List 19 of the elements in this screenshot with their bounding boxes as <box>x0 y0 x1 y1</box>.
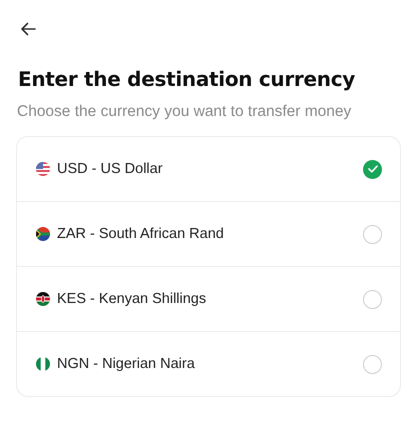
radio-button[interactable] <box>363 224 382 244</box>
flag-icon <box>36 162 50 176</box>
currency-label: NGN - Nigerian Naira <box>57 356 196 372</box>
page-subtitle: Choose the currency you want to transfer money <box>17 103 352 121</box>
currency-option[interactable]: KES - Kenyan Shillings <box>17 266 400 331</box>
radio-button[interactable] <box>363 290 382 308</box>
currency-label: ZAR - South African Rand <box>57 226 225 242</box>
radio-button[interactable] <box>363 354 382 374</box>
currency-label: USD - US Dollar <box>57 161 164 177</box>
page-title: Enter the destination currency <box>18 67 356 91</box>
flag-icon <box>36 357 50 371</box>
currency-label: KES - Kenyan Shillings <box>57 291 208 307</box>
currency-option[interactable]: USD - US Dollar <box>17 137 400 201</box>
flag-icon <box>36 292 50 306</box>
currency-option[interactable]: ZAR - South African Rand <box>17 201 400 266</box>
flag-icon <box>36 227 50 241</box>
back-arrow-icon <box>20 22 36 36</box>
currency-option[interactable]: NGN - Nigerian Naira <box>17 331 400 396</box>
selected-check-icon[interactable] <box>363 160 382 178</box>
